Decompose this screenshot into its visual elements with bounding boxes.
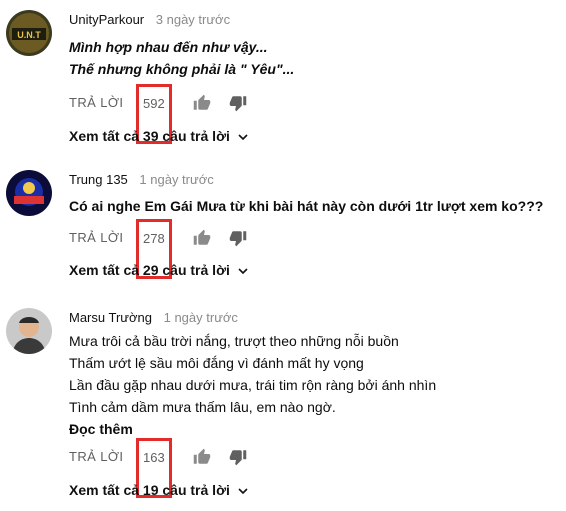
author-name[interactable]: UnityParkour [69,12,144,27]
comment-line: Lần đầu gặp nhau dưới mưa, trái tim rộn … [69,377,437,393]
comment: Marsu Trường 1 ngày trước Mưa trôi cả bầ… [0,306,566,511]
reply-button[interactable]: TRẢ LỜI [69,449,123,464]
comment-meta: Marsu Trường 1 ngày trước [69,308,558,328]
comment-line: Thế nhưng không phải là " Yêu"... [69,61,295,77]
view-replies-button[interactable]: Xem tất cả 39 câu trả lời [69,128,248,144]
like-count: 278 [143,231,165,246]
reply-button[interactable]: TRẢ LỜI [69,230,123,245]
thumbs-up-icon[interactable] [193,94,211,112]
comment-actions: TRẢ LỜI 278 [69,219,558,279]
timestamp[interactable]: 3 ngày trước [156,12,230,27]
thumbs-up-icon[interactable] [193,448,211,466]
view-replies-label: Xem tất cả 39 câu trả lời [69,128,230,144]
chevron-down-icon [238,268,248,275]
avatar[interactable] [6,170,52,216]
view-replies-label: Xem tất cả 29 câu trả lời [69,262,230,278]
comment-actions: TRẢ LỜI 592 [69,84,558,144]
read-more-link[interactable]: Đọc thêm [69,418,558,440]
timestamp[interactable]: 1 ngày trước [139,172,213,187]
thumbs-down-icon[interactable] [229,94,247,112]
view-replies-label: Xem tất cả 19 câu trả lời [69,482,230,498]
comment-line: Tình cảm dầm mưa thấm lâu, em nào ngờ. [69,399,336,415]
like-count: 163 [143,450,165,465]
chevron-down-icon [238,134,248,141]
avatar[interactable]: U.N.T [6,10,52,56]
author-name[interactable]: Trung 135 [69,172,128,187]
like-count: 592 [143,96,165,111]
comment: Trung 135 1 ngày trước Có ai nghe Em Gái… [0,168,566,288]
avatar[interactable] [6,308,52,354]
avatar-logo-text: U.N.T [17,30,41,40]
comment-line: Mưa trôi cả bầu trời nắng, trượt theo nh… [69,333,399,349]
comment-meta: Trung 135 1 ngày trước [69,170,558,190]
comment-meta: UnityParkour 3 ngày trước [69,10,558,30]
chevron-down-icon [238,488,248,495]
view-replies-button[interactable]: Xem tất cả 19 câu trả lời [69,482,248,498]
comment-text: Có ai nghe Em Gái Mưa từ khi bài hát này… [69,195,558,217]
comment-text: Mình hợp nhau đến như vậy... Thế nhưng k… [69,36,558,80]
comment-text: Mưa trôi cả bầu trời nắng, trượt theo nh… [69,330,558,418]
comment: U.N.T UnityParkour 3 ngày trước Mình hợp… [0,6,566,156]
comment-actions: TRẢ LỜI 163 [69,438,558,498]
comment-line: Thấm ướt lệ sầu môi đắng vì đánh mất hy … [69,355,364,371]
thumbs-down-icon[interactable] [229,229,247,247]
thumbs-up-icon[interactable] [193,229,211,247]
comment-line: Mình hợp nhau đến như vậy... [69,39,268,55]
reply-button[interactable]: TRẢ LỜI [69,95,123,110]
timestamp[interactable]: 1 ngày trước [164,310,238,325]
comment-line: Có ai nghe Em Gái Mưa từ khi bài hát này… [69,198,544,214]
thumbs-down-icon[interactable] [229,448,247,466]
view-replies-button[interactable]: Xem tất cả 29 câu trả lời [69,262,248,278]
author-name[interactable]: Marsu Trường [69,310,152,325]
